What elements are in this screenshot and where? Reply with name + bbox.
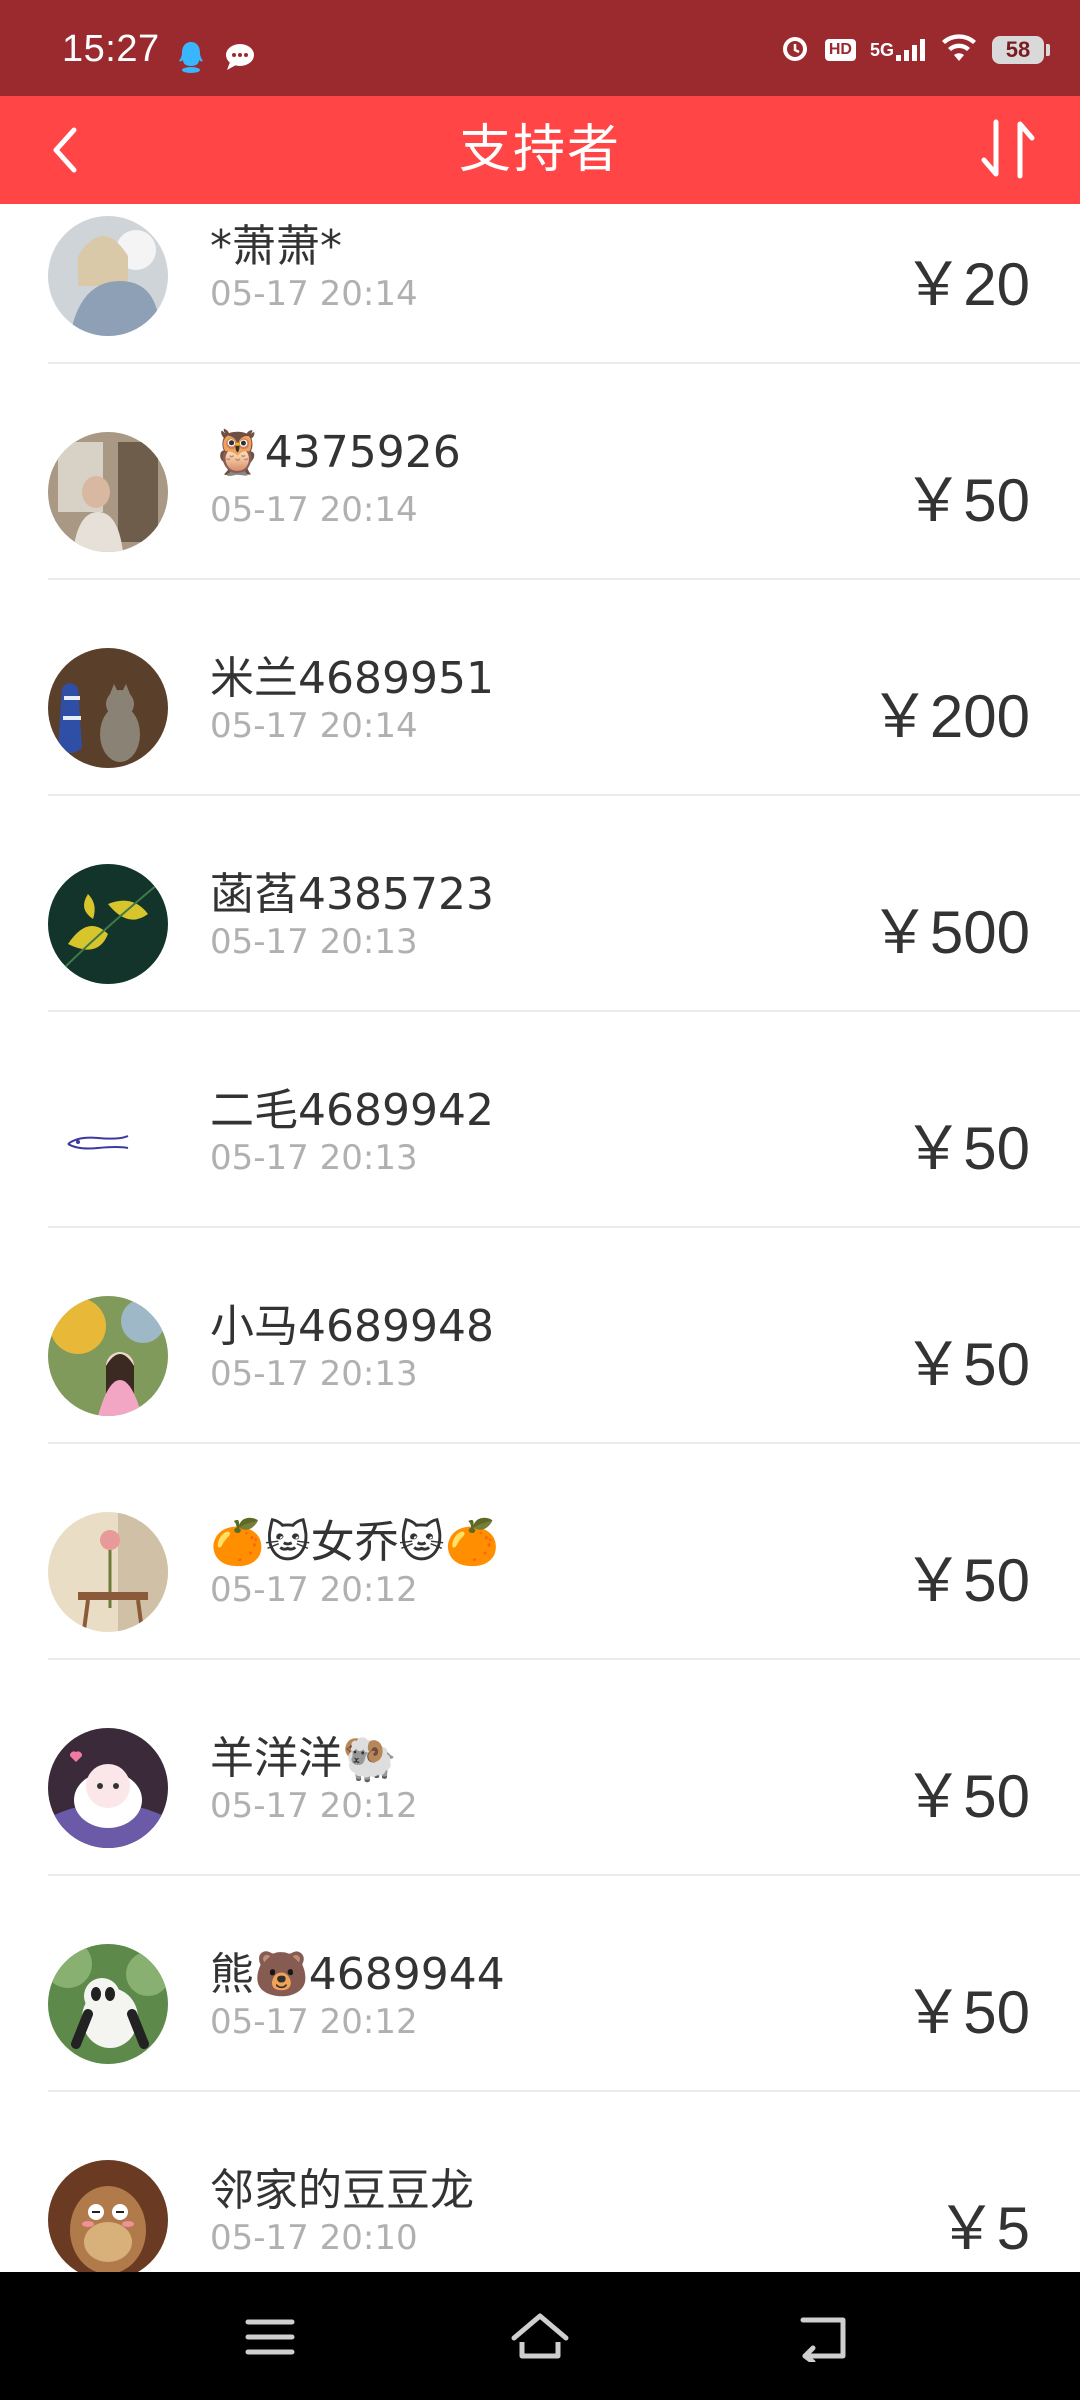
avatar [48,432,168,552]
supporter-amount: ￥50 [903,1115,1030,1182]
supporter-amount: ￥5 [936,2195,1030,2262]
supporter-time: 05-17 20:14 [210,706,418,746]
supporter-time: 05-17 20:12 [210,1786,418,1826]
avatar [48,1512,168,1632]
supporter-time: 05-17 20:13 [210,1354,418,1394]
divider [48,2090,1080,2092]
supporter-row[interactable]: 🦉4375926 05-17 20:14 ￥50 [0,406,1080,622]
sort-icon [981,119,1035,179]
supporter-row[interactable]: 🍊🐱女乔🐱🍊 05-17 20:12 ￥50 [0,1486,1080,1702]
supporter-name: 邻家的豆豆龙 [210,2165,474,2216]
supporter-list: *萧萧* 05-17 20:14 ￥20 🦉4375926 05-17 20:1… [0,204,1080,2272]
divider [48,1442,1080,1444]
menu-icon [245,2319,295,2355]
menu-button[interactable] [240,2312,300,2362]
back-icon [800,2317,846,2365]
supporter-row[interactable]: 邻家的豆豆龙 05-17 20:10 ￥5 [0,2134,1080,2272]
system-nav-bar [0,2272,1080,2400]
supporter-name: 二毛4689942 [210,1085,494,1136]
supporter-time: 05-17 20:10 [210,2218,418,2258]
supporter-amount: ￥50 [903,1763,1030,1830]
avatar [48,1296,168,1416]
app-header: 支持者 [0,96,1080,204]
status-bar: 15:27 HD 5G 58 [0,0,1080,96]
supporter-time: 05-17 20:14 [210,490,418,530]
back-nav-button[interactable] [795,2312,855,2365]
avatar [48,2160,168,2272]
notification-icons [176,40,256,78]
supporter-amount: ￥20 [903,251,1030,318]
supporter-row[interactable]: 熊🐻4689944 05-17 20:12 ￥50 [0,1918,1080,2134]
avatar [48,1728,168,1848]
divider [48,362,1080,364]
supporter-row[interactable]: *萧萧* 05-17 20:14 ￥20 [0,204,1080,406]
message-icon [224,42,256,76]
supporter-time: 05-17 20:12 [210,2002,418,2042]
divider [48,1010,1080,1012]
supporter-name: 🍊🐱女乔🐱🍊 [210,1517,500,1568]
supporter-name: *萧萧* [210,221,342,272]
supporter-name: 🦉4375926 [210,427,461,478]
alarm-icon [779,32,811,68]
supporter-name: 熊🐻4689944 [210,1949,505,2000]
status-indicators: HD 5G 58 [779,32,1050,68]
supporter-amount: ￥50 [903,1331,1030,1398]
supporter-name: 米兰4689951 [210,653,494,704]
avatar [48,1944,168,2064]
supporter-time: 05-17 20:13 [210,1138,418,1178]
network-type: 5G [869,40,894,60]
supporter-row[interactable]: 菡萏4385723 05-17 20:13 ￥500 [0,838,1080,1054]
supporter-amount: ￥500 [869,899,1030,966]
qq-notification-icon [176,40,206,78]
supporter-time: 05-17 20:13 [210,922,418,962]
supporter-amount: ￥50 [903,467,1030,534]
supporter-name: 菡萏4385723 [210,869,494,920]
battery-indicator: 58 [992,36,1050,64]
signal-5g-icon: 5G [870,39,926,61]
supporter-row[interactable]: 二毛4689942 05-17 20:13 ￥50 [0,1054,1080,1270]
supporter-time: 05-17 20:12 [210,1570,418,1610]
supporter-amount: ￥200 [869,683,1030,750]
divider [48,578,1080,580]
supporter-row[interactable]: 米兰4689951 05-17 20:14 ￥200 [0,622,1080,838]
page-title: 支持者 [458,120,621,180]
home-button[interactable] [510,2312,570,2362]
divider [48,1226,1080,1228]
sort-button[interactable] [974,114,1044,184]
home-icon [511,2313,569,2359]
supporter-row[interactable]: 羊洋洋🐏 05-17 20:12 ￥50 [0,1702,1080,1918]
avatar [48,216,168,336]
supporter-name: 羊洋洋🐏 [210,1733,397,1784]
supporter-amount: ￥50 [903,1979,1030,2046]
supporter-row[interactable]: 小马4689948 05-17 20:13 ￥50 [0,1270,1080,1486]
status-time: 15:27 [62,28,160,70]
divider [48,1874,1080,1876]
avatar [48,1080,168,1200]
supporter-amount: ￥50 [903,1547,1030,1614]
avatar [48,864,168,984]
hd-badge: HD [824,39,856,61]
divider [48,794,1080,796]
supporter-time: 05-17 20:14 [210,274,418,314]
divider [48,1658,1080,1660]
wifi-icon [940,33,978,67]
avatar [48,648,168,768]
supporter-name: 小马4689948 [210,1301,494,1352]
